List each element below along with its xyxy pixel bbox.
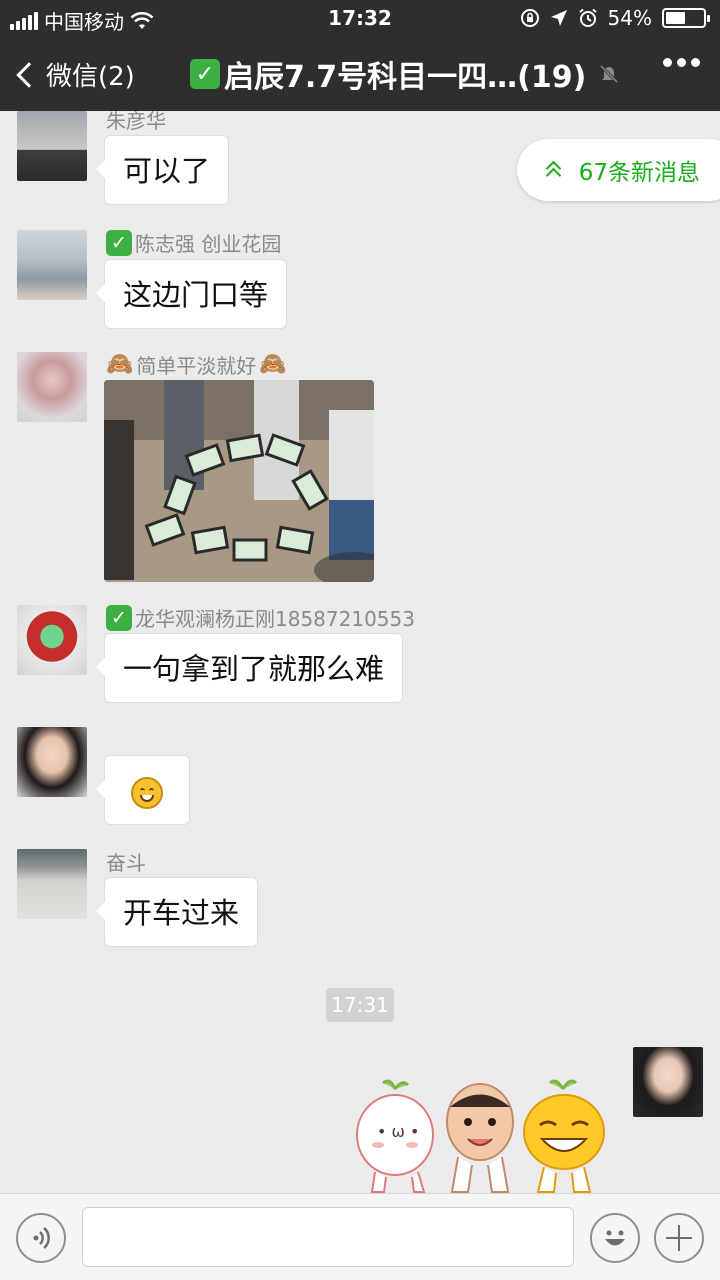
new-messages-label: 67条新消息 bbox=[578, 160, 700, 186]
back-label: 微信(2) bbox=[46, 62, 135, 92]
emoji-button[interactable] bbox=[590, 1213, 640, 1263]
chat-area[interactable]: 朱彦华 可以了 67条新消息 ✓ 陈志强 创业花园 这边门口等 🙈 简单平淡就好… bbox=[0, 111, 720, 1193]
message-input[interactable] bbox=[82, 1207, 574, 1267]
time-divider: 17:31 bbox=[326, 988, 394, 1022]
status-bar: 中国移动 17:32 54% bbox=[0, 0, 720, 36]
avatar[interactable] bbox=[17, 352, 87, 422]
message-bubble[interactable] bbox=[96, 755, 190, 825]
avatar[interactable] bbox=[17, 111, 87, 181]
svg-text:• ω •: • ω • bbox=[377, 1122, 419, 1141]
sticker-message[interactable]: • ω • bbox=[350, 1077, 612, 1193]
alarm-icon bbox=[578, 8, 597, 27]
more-dots-icon bbox=[663, 58, 672, 67]
sender-name: 奋斗 bbox=[106, 851, 146, 875]
photo-image bbox=[104, 380, 374, 582]
baby-sticker-icon bbox=[446, 1083, 514, 1193]
avatar[interactable] bbox=[633, 1047, 703, 1117]
nav-bar: 微信(2) ✓ 启辰7.7号科目一四…(19) bbox=[0, 36, 720, 111]
voice-button[interactable] bbox=[16, 1213, 66, 1263]
more-actions-button[interactable] bbox=[654, 1213, 704, 1263]
more-options-button[interactable] bbox=[663, 58, 700, 67]
plus-icon bbox=[666, 1225, 692, 1251]
avatar[interactable] bbox=[17, 230, 87, 300]
message-bubble[interactable]: 可以了 bbox=[95, 135, 230, 205]
message-bubble[interactable]: 一句拿到了就那么难 bbox=[95, 633, 404, 703]
new-messages-button[interactable]: 67条新消息 bbox=[516, 139, 720, 201]
status-icons: 54% bbox=[520, 6, 710, 30]
avatar[interactable] bbox=[17, 727, 87, 797]
battery-icon bbox=[662, 8, 710, 28]
check-mark-icon: ✓ bbox=[106, 604, 132, 631]
sender-name: ✓ 陈志强 创业花园 bbox=[106, 228, 281, 257]
sender-name: 🙈 简单平淡就好 🙈 bbox=[106, 352, 287, 378]
battery-percent: 54% bbox=[607, 6, 652, 30]
grin-emoji-icon bbox=[131, 777, 163, 809]
message-bubble[interactable]: 这边门口等 bbox=[95, 259, 288, 329]
chevron-left-icon bbox=[16, 61, 42, 88]
avatar[interactable] bbox=[17, 605, 87, 675]
photo-message[interactable] bbox=[104, 380, 374, 582]
location-icon bbox=[550, 10, 567, 26]
smiley-icon bbox=[605, 1230, 625, 1246]
mute-bell-icon bbox=[600, 64, 619, 84]
message-bubble[interactable]: 开车过来 bbox=[95, 877, 259, 947]
bun-sticker-icon: • ω • bbox=[356, 1079, 434, 1193]
chat-title: ✓ 启辰7.7号科目一四…(19) bbox=[190, 52, 620, 96]
chat-title-text: 启辰7.7号科目一四…(19) bbox=[224, 60, 587, 95]
double-chevron-up-icon bbox=[545, 161, 561, 179]
voice-wave-icon bbox=[33, 1227, 50, 1249]
orange-sticker-icon bbox=[523, 1079, 605, 1193]
input-bar bbox=[0, 1193, 720, 1280]
sender-name: 朱彦华 bbox=[106, 111, 166, 133]
sender-name: ✓ 龙华观澜杨正刚18587210553 bbox=[106, 603, 415, 632]
avatar[interactable] bbox=[17, 849, 87, 919]
rotation-lock-icon bbox=[520, 9, 539, 27]
check-mark-icon: ✓ bbox=[106, 229, 132, 256]
check-mark-icon: ✓ bbox=[190, 59, 220, 89]
back-button[interactable]: 微信(2) bbox=[14, 56, 135, 93]
